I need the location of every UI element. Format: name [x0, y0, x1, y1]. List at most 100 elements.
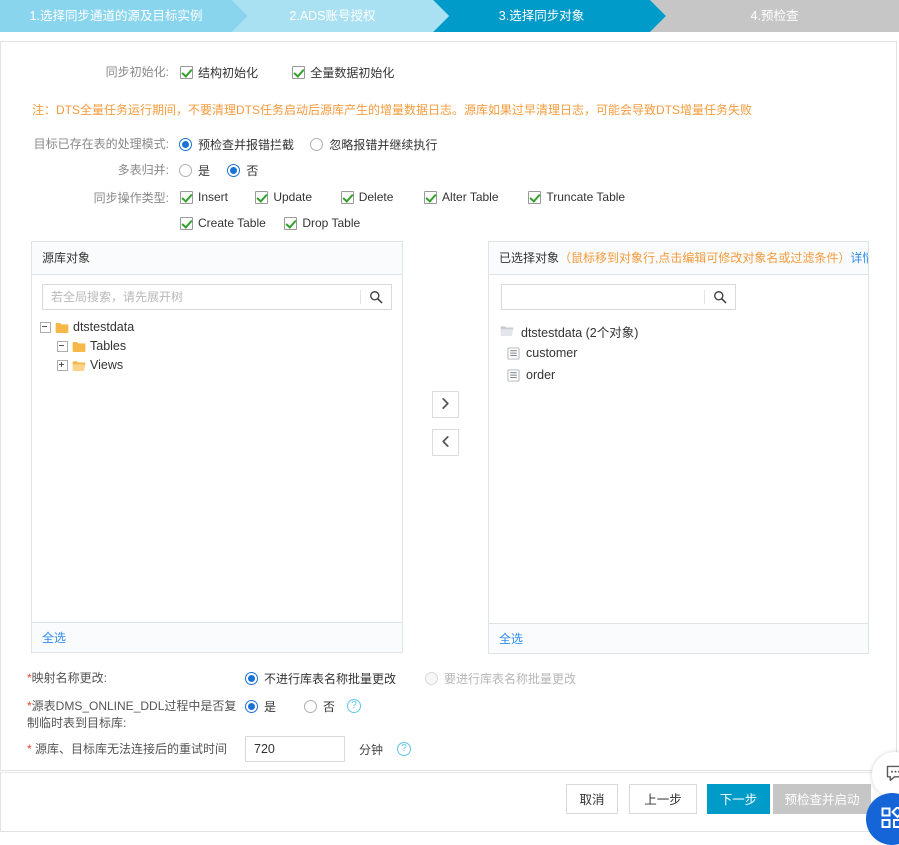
- tree-node-views[interactable]: Views: [40, 356, 402, 375]
- radio-icon[interactable]: [179, 138, 192, 151]
- list-item[interactable]: dtstestdata (2个对象): [500, 320, 868, 342]
- checkbox-icon[interactable]: [284, 217, 297, 230]
- chevron-right-icon: [440, 397, 451, 413]
- checkbox-icon[interactable]: [341, 191, 354, 204]
- target-panel-hint: （鼠标移到对象行,点击编辑可修改对象名或过滤条件）: [559, 251, 850, 265]
- warning-note: 注：DTS全量任务运行期间，不要清理DTS任务启动后源库产生的增量数据日志。源库…: [32, 102, 752, 118]
- collapse-minus-icon[interactable]: [40, 322, 51, 333]
- wizard-step-3[interactable]: 3.选择同步对象: [433, 0, 650, 32]
- radio-ddl-yes-label: 是: [264, 698, 276, 715]
- help-icon[interactable]: ?: [397, 742, 411, 756]
- tree-node-dtstestdata[interactable]: dtstestdata: [40, 318, 402, 337]
- dms-online-ddl-row: *源表DMS_ONLINE_DDL过程中是否复 制临时表到目标库: 是 否 ?: [27, 698, 867, 732]
- footer-bar: 取消 上一步 下一步 预检查并启动: [0, 772, 897, 832]
- wizard-step-4[interactable]: 4.预检查: [650, 0, 899, 32]
- tree-node-tables[interactable]: Tables: [40, 337, 402, 356]
- radio-icon[interactable]: [227, 164, 240, 177]
- radio-merge-yes[interactable]: 是: [179, 162, 210, 179]
- qr-code-icon: [881, 807, 899, 832]
- source-search-input[interactable]: [43, 286, 360, 308]
- checkbox-icon[interactable]: [528, 191, 541, 204]
- radio-ddl-no[interactable]: 否: [304, 698, 335, 715]
- checkbox-op-drop-table-label: Drop Table: [302, 216, 360, 230]
- retry-time-unit: 分钟: [359, 741, 383, 758]
- target-panel-footer: 全选: [489, 623, 868, 653]
- wizard-step-1[interactable]: 1.选择同步通道的源及目标实例: [0, 0, 232, 32]
- source-select-all-link[interactable]: 全选: [42, 631, 66, 645]
- help-icon[interactable]: ?: [347, 699, 361, 713]
- list-item-label: dtstestdata (2个对象): [521, 322, 638, 341]
- move-to-left-button[interactable]: [432, 429, 459, 456]
- radio-precheck-block[interactable]: 预检查并报错拦截: [179, 136, 294, 153]
- checkbox-op-insert-label: Insert: [198, 190, 228, 204]
- source-object-tree: dtstestdata Tables: [32, 318, 402, 375]
- checkbox-op-alter-table[interactable]: Alter Table: [424, 190, 525, 204]
- wizard-step-2[interactable]: 2.ADS账号授权: [232, 0, 433, 32]
- radio-ddl-yes[interactable]: 是: [245, 698, 276, 715]
- source-panel-header: 源库对象: [32, 242, 402, 275]
- table-icon: [507, 369, 520, 382]
- checkbox-op-create-table[interactable]: Create Table: [180, 216, 281, 230]
- checkbox-op-drop-table[interactable]: Drop Table: [284, 216, 360, 230]
- retry-time-label-wrap: * 源库、目标库无法连接后的重试时间: [27, 741, 245, 758]
- radio-no-batch-rename-label: 不进行库表名称批量更改: [264, 670, 396, 687]
- precheck-start-button[interactable]: 预检查并启动: [773, 784, 871, 814]
- checkbox-op-delete[interactable]: Delete: [341, 190, 421, 204]
- mapping-name-change-row: *映射名称更改: 不进行库表名称批量更改 要进行库表名称批量更改: [27, 670, 867, 687]
- radio-ignore-continue[interactable]: 忽略报错并继续执行: [310, 136, 437, 153]
- next-step-button[interactable]: 下一步: [707, 784, 770, 814]
- target-select-all-link[interactable]: 全选: [499, 632, 523, 646]
- list-item[interactable]: order: [500, 364, 868, 386]
- target-panel-detail-link[interactable]: 详情点我: [850, 251, 868, 265]
- cancel-button[interactable]: 取消: [566, 784, 618, 814]
- checkbox-icon[interactable]: [255, 191, 268, 204]
- radio-merge-no[interactable]: 否: [227, 162, 258, 179]
- radio-icon[interactable]: [310, 138, 323, 151]
- move-to-right-button[interactable]: [432, 391, 459, 418]
- multi-table-merge-label: 多表归并:: [93, 162, 169, 178]
- checkbox-op-update[interactable]: Update: [255, 190, 337, 204]
- radio-merge-no-label: 否: [246, 162, 258, 179]
- wizard-step-3-label: 3.选择同步对象: [499, 9, 584, 23]
- multi-table-merge-row: 多表归并: 是 否: [93, 162, 258, 180]
- radio-icon[interactable]: [179, 164, 192, 177]
- checkbox-op-alter-table-label: Alter Table: [442, 190, 498, 204]
- chat-bubble-icon: [886, 765, 899, 785]
- retry-time-input[interactable]: [245, 736, 345, 762]
- checkbox-full-data-init[interactable]: 全量数据初始化: [292, 64, 394, 81]
- search-icon[interactable]: [361, 290, 391, 304]
- step-3-arrow-icon: [650, 0, 666, 32]
- expand-plus-icon[interactable]: [57, 360, 68, 371]
- sync-init-label: 同步初始化:: [93, 64, 169, 80]
- radio-icon[interactable]: [245, 700, 258, 713]
- radio-batch-rename-label: 要进行库表名称批量更改: [444, 670, 576, 687]
- collapse-minus-icon[interactable]: [57, 341, 68, 352]
- list-item[interactable]: customer: [500, 342, 868, 364]
- checkbox-structure-init[interactable]: 结构初始化: [180, 64, 258, 81]
- radio-no-batch-rename[interactable]: 不进行库表名称批量更改: [245, 670, 396, 687]
- search-icon[interactable]: [705, 290, 735, 304]
- checkbox-icon[interactable]: [180, 217, 193, 230]
- target-search-input[interactable]: [502, 286, 704, 308]
- checkbox-op-insert[interactable]: Insert: [180, 190, 252, 204]
- checkbox-op-truncate-table[interactable]: Truncate Table: [528, 190, 625, 204]
- radio-icon[interactable]: [245, 672, 258, 685]
- source-search-box[interactable]: [42, 284, 392, 310]
- sync-op-type-row: 同步操作类型: Insert Update Delete Alter Table: [93, 190, 710, 236]
- source-objects-panel: 源库对象: [31, 241, 403, 653]
- radio-icon[interactable]: [304, 700, 317, 713]
- step-1-arrow-icon: [232, 0, 248, 32]
- exist-table-mode-label: 目标已存在表的处理模式:: [33, 136, 169, 152]
- wizard-step-2-label: 2.ADS账号授权: [289, 9, 375, 23]
- checkbox-icon[interactable]: [292, 66, 305, 79]
- dms-online-ddl-label-line2: 制临时表到目标库:: [27, 715, 245, 732]
- checkbox-icon[interactable]: [180, 191, 193, 204]
- selected-objects-panel: 已选择对象（鼠标移到对象行,点击编辑可修改对象名或过滤条件）详情点我: [488, 241, 869, 654]
- mapping-name-change-label: 映射名称更改:: [32, 671, 107, 685]
- previous-step-button[interactable]: 上一步: [629, 784, 697, 814]
- target-search-box[interactable]: [501, 284, 736, 310]
- checkbox-icon[interactable]: [180, 66, 193, 79]
- checkbox-icon[interactable]: [424, 191, 437, 204]
- exist-table-mode-row: 目标已存在表的处理模式: 预检查并报错拦截 忽略报错并继续执行: [33, 136, 437, 154]
- sync-init-row: 同步初始化: 结构初始化 全量数据初始化: [93, 64, 394, 82]
